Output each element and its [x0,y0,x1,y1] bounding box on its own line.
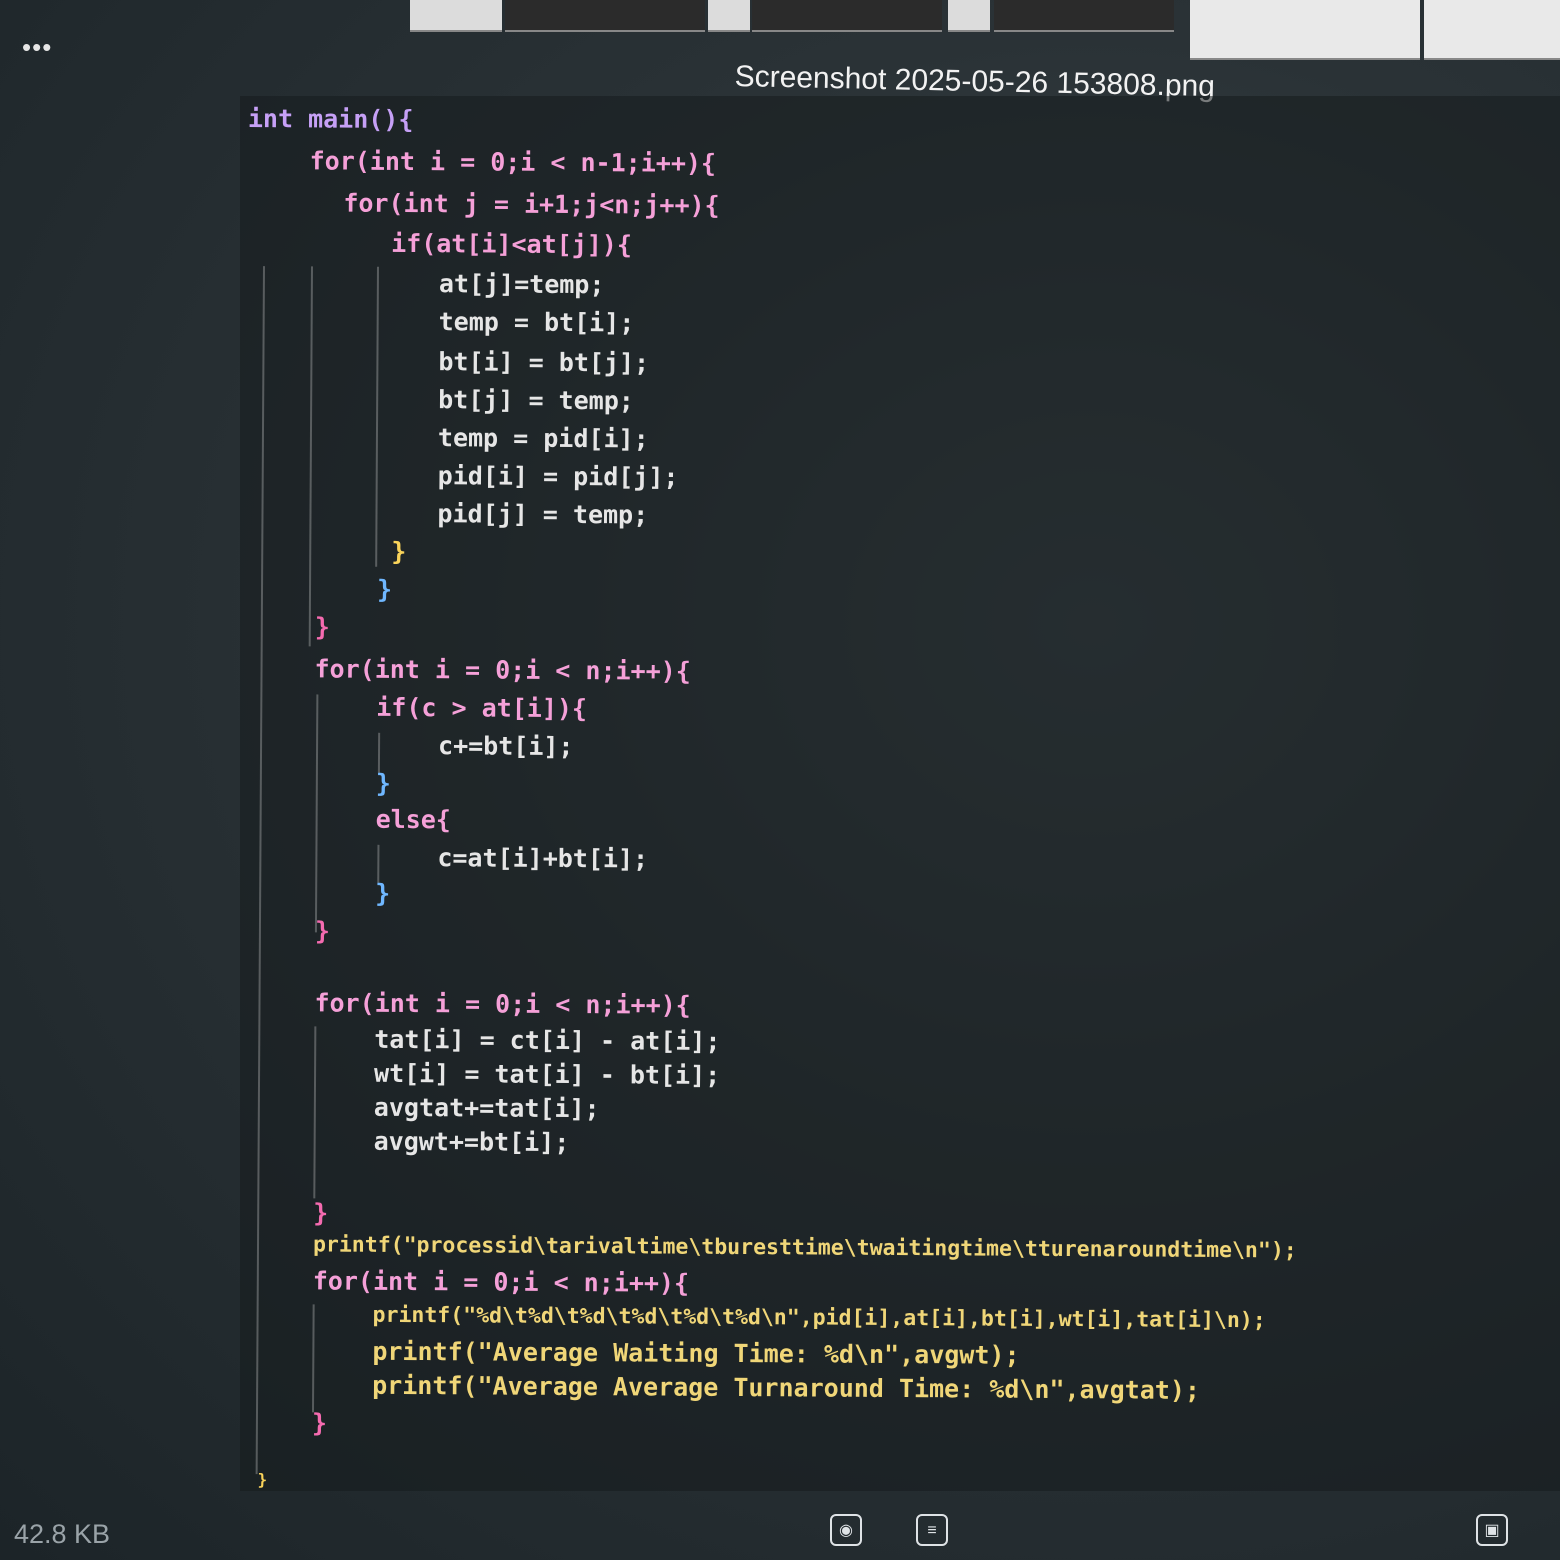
code-line: } [391,536,407,566]
code-line: } [314,916,331,946]
code-line: pid[i] = pid[j]; [437,461,679,492]
text-extract-icon[interactable]: ≡ [916,1514,948,1546]
code-line: avgwt+=bt[i]; [373,1126,570,1157]
code-token: int main(){ [247,103,414,135]
code-line: printf("processid\tarivaltime\tburesttim… [313,1232,1297,1263]
code-token: c+=bt[i]; [437,731,574,762]
code-line: } [375,878,391,908]
code-token: printf("Average Waiting Time: %d\n",avgw… [372,1336,1020,1370]
thumbnail[interactable] [752,0,942,32]
code-line: c=at[i]+bt[i]; [437,843,649,874]
visual-search-icon[interactable]: ◉ [830,1514,862,1546]
thumbnail[interactable] [994,0,1174,32]
indent-guide [377,844,380,883]
code-token: for(int i = 0;i < n;i++){ [314,654,691,686]
code-token: if(at[i]<at[j]){ [391,228,633,260]
code-token: bt[j] = temp; [438,385,634,416]
screen-capture-icon[interactable]: ▣ [1476,1514,1508,1546]
code-line: tat[i] = ct[i] - at[i]; [374,1024,721,1056]
code-token: bt[i] = bt[j]; [438,347,650,378]
code-token: for(int i = 0;i < n;i++){ [314,988,691,1020]
code-line: temp = bt[i]; [438,307,635,338]
code-line: bt[j] = temp; [438,385,634,416]
code-line: } [375,768,391,798]
code-line: } [311,1408,328,1438]
code-token: avgwt+=bt[i]; [373,1126,570,1157]
code-token: for(int i = 0;i < n-1;i++){ [309,146,717,178]
code-line: c+=bt[i]; [437,731,574,762]
code-token: else{ [375,804,451,835]
code-token: } [375,878,391,908]
code-line: temp = pid[i]; [437,423,649,454]
code-line: for(int i = 0;i < n;i++){ [312,1266,690,1298]
code-line: } [313,1198,329,1228]
code-token: if(c > at[i]){ [376,692,588,724]
code-token: temp = pid[i]; [437,423,649,454]
code-token: printf("Average Average Turnaround Time:… [372,1370,1201,1405]
code-line: pid[j] = temp; [437,499,649,530]
code-token: } [257,1470,268,1490]
code-token: } [376,574,393,604]
code-line: wt[i] = tat[i] - bt[i]; [373,1058,721,1090]
code-line: for(int j = i+1;j<n;j++){ [343,188,720,220]
code-token: avgtat+=tat[i]; [373,1092,600,1124]
code-line: } [376,574,393,604]
code-token: } [311,1408,328,1438]
code-line: if(at[i]<at[j]){ [391,228,633,260]
code-line: } [257,1470,268,1490]
code-line: int main(){ [247,103,414,135]
code-line: for(int i = 0;i < n-1;i++){ [309,146,717,178]
code-token: tat[i] = ct[i] - at[i]; [374,1024,721,1056]
code-token: wt[i] = tat[i] - bt[i]; [373,1058,721,1090]
code-token: for(int j = i+1;j<n;j++){ [343,188,720,220]
code-token: for(int i = 0;i < n;i++){ [312,1266,690,1298]
code-line: if(c > at[i]){ [376,692,588,724]
code-line: at[j]=temp; [438,269,605,300]
file-size-label: 42.8 KB [14,1519,111,1549]
code-token: } [375,768,391,798]
code-line: printf("%d\t%d\t%d\t%d\t%d\t%d\n",pid[i]… [373,1303,1266,1333]
code-token: } [391,536,407,566]
code-line: } [314,612,330,642]
thumbnail-strip[interactable] [400,0,1560,60]
code-line: bt[i] = bt[j]; [438,347,650,378]
code-token: temp = bt[i]; [438,307,635,338]
code-line: for(int i = 0;i < n;i++){ [314,654,691,686]
thumbnail[interactable] [1190,0,1420,60]
code-token: pid[i] = pid[j]; [437,461,679,492]
code-token: at[j]=temp; [438,269,605,300]
code-line: printf("Average Average Turnaround Time:… [372,1370,1201,1405]
code-line: avgtat+=tat[i]; [373,1092,600,1124]
code-token: } [313,1198,329,1228]
code-line: printf("Average Waiting Time: %d\n",avgw… [372,1336,1020,1370]
thumbnail[interactable] [1424,0,1560,60]
code-line: for(int i = 0;i < n;i++){ [314,988,691,1020]
code-line: else{ [375,804,451,835]
code-token: } [314,916,331,946]
more-options-button[interactable]: ••• [22,34,52,60]
thumbnail[interactable] [708,0,750,32]
thumbnail[interactable] [505,0,705,32]
thumbnail[interactable] [410,0,502,32]
thumbnail[interactable] [948,0,990,32]
code-token: c=at[i]+bt[i]; [437,843,649,874]
code-token: } [314,612,330,642]
indent-guide [377,732,381,773]
code-token: pid[j] = temp; [437,499,649,530]
status-bar: 42.8 KB ◉ ≡ ▣ [0,1490,1560,1560]
